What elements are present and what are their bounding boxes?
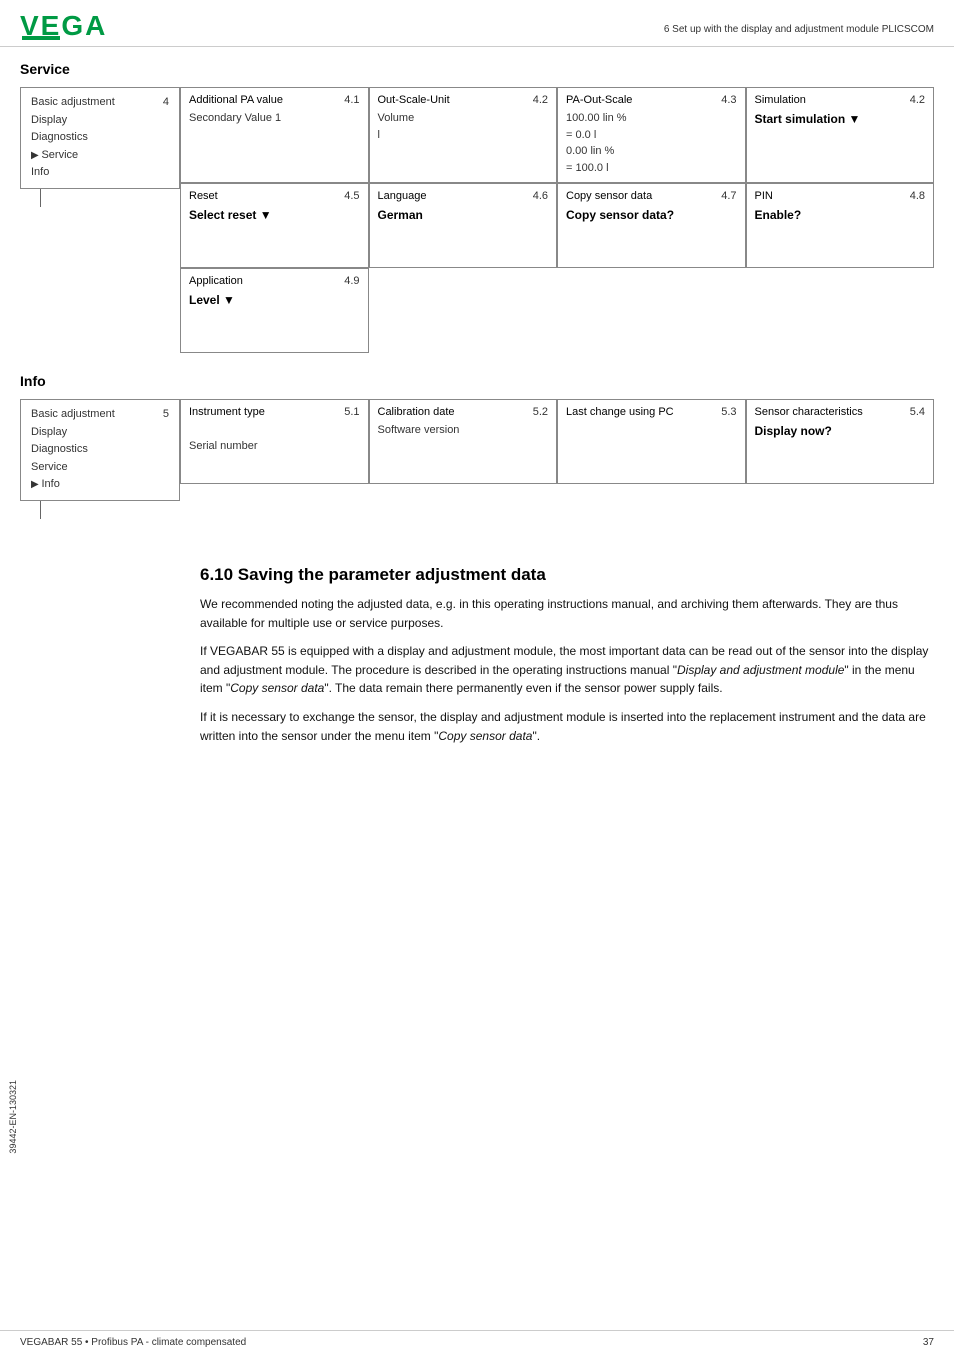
card-last-change: Last change using PC 5.3 — [557, 399, 746, 484]
card-title: Application — [189, 275, 243, 287]
italic-1: Display and adjustment module — [677, 663, 844, 677]
text-section: 6.10 Saving the parameter adjustment dat… — [0, 551, 954, 769]
service-section: Service Basic adjustment 4 Display Diagn… — [20, 61, 934, 353]
card-title: Last change using PC — [566, 406, 674, 418]
card-title: PIN — [755, 190, 773, 202]
paragraph-3: If it is necessary to exchange the senso… — [200, 708, 934, 745]
card-out-scale-unit: Out-Scale-Unit 4.2 Volume l — [369, 87, 558, 183]
info-menu-service[interactable]: Service — [31, 459, 169, 477]
paragraph-2: If VEGABAR 55 is equipped with a display… — [200, 642, 934, 698]
card-number: 4.2 — [910, 94, 925, 106]
info-menu-basic[interactable]: Basic adjustment 5 — [31, 406, 169, 424]
menu-service[interactable]: Service — [31, 147, 169, 165]
info-menu: Basic adjustment 5 Display Diagnostics S… — [20, 399, 180, 501]
card-title: Additional PA value — [189, 94, 283, 106]
card-number: 5.3 — [721, 406, 736, 418]
pin-action[interactable]: Enable? — [755, 208, 926, 222]
card-number: 5.2 — [533, 406, 548, 418]
footer-left: VEGABAR 55 • Profibus PA - climate compe… — [20, 1337, 246, 1348]
card-application: Application 4.9 Level ▼ — [180, 268, 369, 353]
card-calibration-date: Calibration date 5.2 Software version — [369, 399, 558, 484]
card-title: Instrument type — [189, 406, 265, 418]
card-reset: Reset 4.5 Select reset ▼ — [180, 183, 369, 268]
card-pa-out-scale: PA-Out-Scale 4.3 100.00 lin % = 0.0 l 0.… — [557, 87, 746, 183]
menu-display[interactable]: Display — [31, 112, 169, 130]
service-menu: Basic adjustment 4 Display Diagnostics S… — [20, 87, 180, 189]
card-pin: PIN 4.8 Enable? — [746, 183, 935, 268]
copy-sensor-action[interactable]: Copy sensor data? — [566, 208, 737, 222]
side-label: 39442-EN-130321 — [8, 1080, 18, 1154]
card-simulation: Simulation 4.2 Start simulation ▼ — [746, 87, 935, 183]
page-header: VEGA 6 Set up with the display and adjus… — [0, 0, 954, 47]
service-cards-row2: Reset 4.5 Select reset ▼ Language 4.6 Ge… — [180, 183, 934, 268]
card-serial: Serial number — [189, 438, 360, 455]
card-title: PA-Out-Scale — [566, 94, 632, 106]
paragraph-1: We recommended noting the adjusted data,… — [200, 595, 934, 632]
page-footer: VEGABAR 55 • Profibus PA - climate compe… — [0, 1330, 954, 1354]
card-title: Reset — [189, 190, 218, 202]
card-content: Volume — [378, 110, 549, 127]
card-number: 4.6 — [533, 190, 548, 202]
info-menu-diagnostics[interactable]: Diagnostics — [31, 441, 169, 459]
card-additional-pa: Additional PA value 4.1 Secondary Value … — [180, 87, 369, 183]
saving-heading: 6.10 Saving the parameter adjustment dat… — [200, 565, 934, 585]
reset-action[interactable]: Select reset ▼ — [189, 208, 360, 222]
card-language: Language 4.6 German — [369, 183, 558, 268]
chapter-title: 6 Set up with the display and adjustment… — [664, 10, 934, 35]
card-number: 5.1 — [344, 406, 359, 418]
info-menu-info[interactable]: Info — [31, 476, 169, 494]
card-number: 4.3 — [721, 94, 736, 106]
card-line3: 0.00 lin % — [566, 143, 737, 160]
main-content: Service Basic adjustment 4 Display Diagn… — [0, 47, 954, 551]
card-line2: = 0.0 l — [566, 127, 737, 144]
menu-info[interactable]: Info — [31, 164, 169, 182]
card-content-2: l — [378, 127, 549, 144]
card-title: Out-Scale-Unit — [378, 94, 450, 106]
service-title: Service — [20, 61, 934, 77]
simulation-action[interactable]: Start simulation ▼ — [755, 112, 926, 126]
card-number: 4.9 — [344, 275, 359, 287]
info-menu-display[interactable]: Display — [31, 424, 169, 442]
card-line4: = 100.0 l — [566, 160, 737, 177]
card-title: Copy sensor data — [566, 190, 652, 202]
card-number: 4.5 — [344, 190, 359, 202]
card-software: Software version — [378, 422, 549, 439]
card-copy-sensor: Copy sensor data 4.7 Copy sensor data? — [557, 183, 746, 268]
card-title: Calibration date — [378, 406, 455, 418]
card-number: 4.7 — [721, 190, 736, 202]
info-cards-row1: Instrument type 5.1 Serial number Calibr… — [180, 399, 934, 484]
italic-3: Copy sensor data — [438, 729, 532, 743]
language-action[interactable]: German — [378, 208, 549, 222]
card-content: Secondary Value 1 — [189, 110, 360, 127]
logo: VEGA — [20, 10, 107, 42]
card-line1: 100.00 lin % — [566, 110, 737, 127]
card-instrument-type: Instrument type 5.1 Serial number — [180, 399, 369, 484]
display-now-action[interactable]: Display now? — [755, 424, 926, 438]
card-number: 5.4 — [910, 406, 925, 418]
footer-right: 37 — [923, 1337, 934, 1348]
card-number: 4.8 — [910, 190, 925, 202]
menu-diagnostics[interactable]: Diagnostics — [31, 129, 169, 147]
card-title: Simulation — [755, 94, 806, 106]
info-title: Info — [20, 373, 934, 389]
service-cards-row3: Application 4.9 Level ▼ — [180, 268, 934, 353]
card-number: 4.2 — [533, 94, 548, 106]
info-section: Info Basic adjustment 5 Display Diagnost… — [20, 373, 934, 519]
menu-basic-adj[interactable]: Basic adjustment 4 — [31, 94, 169, 112]
card-title: Sensor characteristics — [755, 406, 863, 418]
application-action[interactable]: Level ▼ — [189, 293, 360, 307]
card-number: 4.1 — [344, 94, 359, 106]
card-sensor-characteristics: Sensor characteristics 5.4 Display now? — [746, 399, 935, 484]
italic-2: Copy sensor data — [230, 681, 324, 695]
card-title: Language — [378, 190, 427, 202]
service-cards-row1: Additional PA value 4.1 Secondary Value … — [180, 87, 934, 183]
